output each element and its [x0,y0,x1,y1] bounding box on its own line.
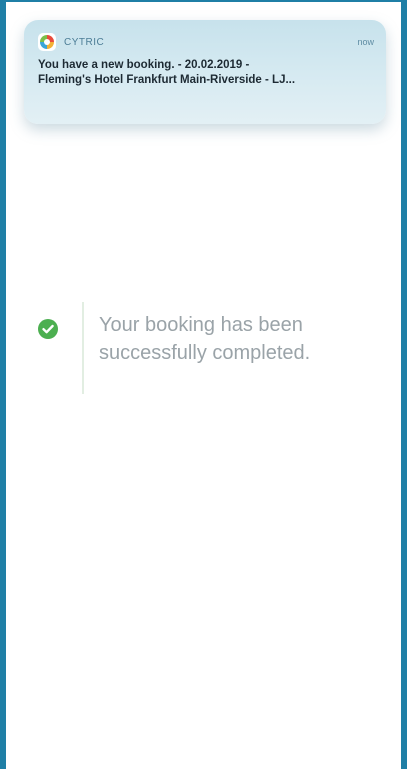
app-screen: CYTRIC now You have a new booking. - 20.… [0,0,407,769]
cytric-app-icon [38,33,56,51]
notification-app-name: CYTRIC [64,36,105,48]
success-text: Your booking has been successfully compl… [99,311,379,367]
notification-line-1: You have a new booking. - 20.02.2019 - [38,59,250,71]
message-divider [82,302,84,394]
notification-time: now [357,37,374,47]
push-notification[interactable]: CYTRIC now You have a new booking. - 20.… [24,20,386,124]
notification-header: CYTRIC now [38,32,374,52]
booking-success-message: Your booking has been successfully compl… [38,302,388,394]
check-circle-icon [38,319,58,339]
notification-line-2: Fleming's Hotel Frankfurt Main-Riverside… [38,74,296,86]
success-text-line-1: Your booking has been [99,314,303,336]
notification-body: You have a new booking. - 20.02.2019 - F… [38,58,374,88]
success-text-line-2: successfully completed. [99,342,311,364]
